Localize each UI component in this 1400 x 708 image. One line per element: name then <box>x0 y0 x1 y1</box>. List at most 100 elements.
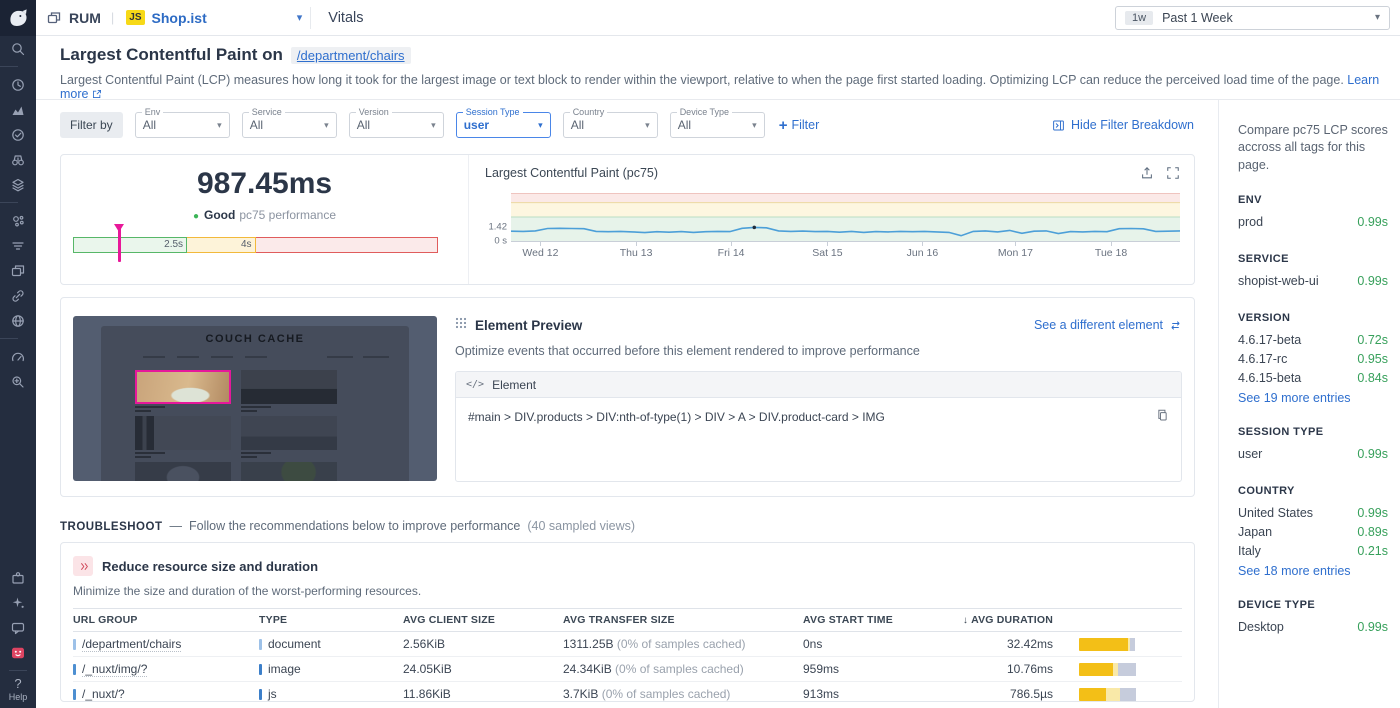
check-gauge-icon <box>12 128 24 141</box>
view-path-chip[interactable]: /department/chairs <box>290 46 411 64</box>
status-dot-icon: ● <box>192 211 199 222</box>
transfer-size-value: 1311.25B <box>563 637 617 651</box>
tag-breakdown-sections: ENV prod 0.99s SERVICE shopist-web-ui 0.99s VE… <box>1238 194 1388 637</box>
help-label: Help <box>8 692 28 702</box>
filter-dropdown-country[interactable]: Country All ▾ <box>562 107 658 138</box>
duration-bar-segment <box>1079 687 1106 701</box>
url-group-link[interactable]: /_nuxt/img/? <box>82 662 148 677</box>
column-header-avg-duration[interactable]: ↓ AVG DURATION <box>955 614 1053 626</box>
breakdown-row[interactable]: Italy 0.21s <box>1238 542 1388 561</box>
breakdown-row[interactable]: Japan 0.89s <box>1238 523 1388 542</box>
filter-dropdown-device-type[interactable]: Device Type All ▾ <box>669 107 765 138</box>
sidebar-item-filter-lines[interactable] <box>0 233 36 258</box>
filter-dropdown-env[interactable]: Env All ▾ <box>134 107 230 138</box>
filter-dropdown-session-type[interactable]: Session Type user ▾ <box>455 107 551 138</box>
breakdown-row[interactable]: shopist-web-ui 0.99s <box>1238 272 1388 291</box>
sidebar-item-link[interactable] <box>0 283 36 308</box>
troubleshoot-label: TROUBLESHOOT <box>60 521 163 533</box>
breakdown-tag-name: Italy <box>1238 544 1261 559</box>
filter-by-label: Filter by <box>60 112 123 138</box>
sidebar-divider <box>0 202 18 203</box>
tab-vitals[interactable]: Vitals <box>328 10 363 26</box>
sidebar-item-binoculars[interactable] <box>0 147 36 172</box>
sidebar-item-search-gear[interactable] <box>0 369 36 394</box>
add-filter-button[interactable]: + Filter <box>779 117 820 134</box>
sidebar-item-check-gauge[interactable] <box>0 122 36 147</box>
duration-cell: 786.5µs <box>1010 687 1053 701</box>
sidebar-item-bar-chart[interactable] <box>0 97 36 122</box>
browser-frames-icon <box>11 264 25 276</box>
recommendation-title: Reduce resource size and duration <box>102 558 319 574</box>
sidebar-item-browser-frames[interactable] <box>0 258 36 283</box>
gauge-value-marker <box>114 224 125 262</box>
url-group-link[interactable]: /_nuxt/? <box>82 687 125 701</box>
sidebar-item-dot-cluster[interactable] <box>0 208 36 233</box>
layers-icon <box>12 178 24 191</box>
see-more-entries-link[interactable]: See 19 more entries <box>1238 391 1388 405</box>
sidebar-divider <box>0 338 18 339</box>
type-cell: image <box>259 662 403 676</box>
column-header-avg-start-time[interactable]: AVG START TIME <box>803 614 955 626</box>
expand-icon[interactable] <box>1166 166 1180 180</box>
breakdown-row[interactable]: 4.6.17-rc 0.95s <box>1238 350 1388 369</box>
breakdown-row[interactable]: 4.6.17-beta 0.72s <box>1238 331 1388 350</box>
filter-dropdown-version[interactable]: Version All ▾ <box>348 107 444 138</box>
breakdown-tag-value: 0.99s <box>1357 447 1388 462</box>
see-different-element-link[interactable]: See a different element <box>1034 318 1182 332</box>
swap-arrows-icon <box>1171 320 1180 330</box>
export-icon[interactable] <box>1140 166 1154 180</box>
column-header-label: AVG CLIENT SIZE <box>403 614 496 626</box>
duration-bar <box>1079 687 1137 701</box>
sidebar-item-speedometer[interactable] <box>0 344 36 369</box>
breakdown-tag-value: 0.99s <box>1357 620 1388 635</box>
sidebar-item-history[interactable] <box>0 72 36 97</box>
sidebar-item-help[interactable]: ? Help <box>9 676 28 702</box>
sidebar-item-puzzle[interactable] <box>0 565 36 590</box>
filter-dropdown-service[interactable]: Service All ▾ <box>241 107 337 138</box>
column-header-type[interactable]: TYPE <box>259 614 403 626</box>
time-range-picker[interactable]: 1w Past 1 Week ▾ <box>1115 5 1390 30</box>
chart-x-label: Wed 12 <box>522 247 559 259</box>
rum-app-label[interactable]: RUM <box>46 10 101 26</box>
grip-dots-icon <box>455 316 467 334</box>
troubleshoot-dash: — <box>169 519 182 533</box>
element-preview-body: Element Preview See a different element … <box>455 316 1182 482</box>
copy-button[interactable] <box>1156 409 1169 425</box>
topbar-pipe: | <box>110 10 115 25</box>
filter-dropdown-label: Env <box>141 107 164 117</box>
gauge-poor-threshold-label: 4s <box>240 239 252 250</box>
transfer-size-note: (0% of samples cached) <box>615 662 744 676</box>
mock-product <box>135 416 231 458</box>
breakdown-row[interactable]: prod 0.99s <box>1238 213 1388 232</box>
topbar-separator <box>310 6 312 29</box>
resource-table: URL GROUP TYPE AVG CLIENT SIZE AVG TRANSFER… <box>73 608 1182 701</box>
element-preview-image: COUCH CACHE <box>73 316 437 481</box>
sidebar-item-search[interactable] <box>0 36 36 61</box>
breakdown-row[interactable]: United States 0.99s <box>1238 504 1388 523</box>
bar-chart-icon <box>12 106 24 115</box>
see-more-entries-link[interactable]: See 18 more entries <box>1238 564 1388 578</box>
column-header-avg-transfer-size[interactable]: AVG TRANSFER SIZE <box>563 614 803 626</box>
resource-table-body: /department/chairs document 2.56KiB 1311.25… <box>73 632 1182 701</box>
sidebar-item-dog-alert[interactable] <box>0 640 36 665</box>
url-group-link[interactable]: /department/chairs <box>82 637 182 652</box>
datadog-logo[interactable] <box>0 0 36 36</box>
hide-filter-breakdown-button[interactable]: Hide Filter Breakdown <box>1052 118 1194 132</box>
column-header-url-group[interactable]: URL GROUP <box>73 614 259 626</box>
sidebar-item-layers[interactable] <box>0 172 36 197</box>
filter-dropdown-value: user <box>463 118 490 132</box>
breakdown-section-header: SESSION TYPE <box>1238 425 1324 438</box>
element-preview-description: Optimize events that occurred before thi… <box>455 344 920 358</box>
sidebar-item-chat-bubble[interactable] <box>0 615 36 640</box>
service-selector[interactable]: JS Shop.ist ▾ <box>126 10 302 26</box>
sidebar-item-globe[interactable] <box>0 308 36 333</box>
lcp-value: 987.45ms <box>196 167 333 200</box>
breakdown-row[interactable]: user 0.99s <box>1238 445 1388 464</box>
breakdown-row[interactable]: Desktop 0.99s <box>1238 618 1388 637</box>
table-row: /_nuxt/? js 11.86KiB 3.7KiB (0% of samples … <box>73 682 1182 701</box>
column-header-avg-client-size[interactable]: AVG CLIENT SIZE <box>403 614 563 626</box>
breakdown-row[interactable]: 4.6.15-beta 0.84s <box>1238 369 1388 388</box>
sidebar-item-sparkles[interactable] <box>0 590 36 615</box>
dot-cluster-icon <box>13 215 24 227</box>
troubleshoot-text: Follow the recommendations below to impr… <box>188 519 521 533</box>
